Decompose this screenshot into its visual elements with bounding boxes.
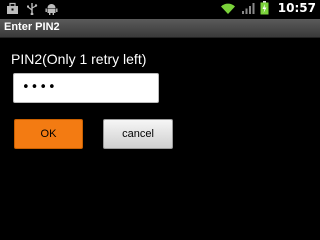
- dialog-title: Enter PIN2: [4, 21, 60, 33]
- battery-charging-icon: [260, 1, 269, 15]
- usb-icon: [26, 2, 38, 15]
- pin-input[interactable]: ••••: [13, 73, 159, 103]
- wifi-icon: [220, 2, 236, 15]
- dialog-title-bar: Enter PIN2: [0, 19, 320, 38]
- status-clock: 10:57: [277, 1, 316, 15]
- cancel-button[interactable]: cancel: [103, 119, 173, 149]
- pin-prompt-label: PIN2(Only 1 retry left): [11, 51, 147, 67]
- ok-button[interactable]: OK: [14, 119, 83, 149]
- signal-icon: [241, 2, 255, 15]
- status-bar: 10:57: [0, 0, 320, 19]
- android-icon: [45, 2, 58, 15]
- briefcase-icon: [6, 2, 19, 15]
